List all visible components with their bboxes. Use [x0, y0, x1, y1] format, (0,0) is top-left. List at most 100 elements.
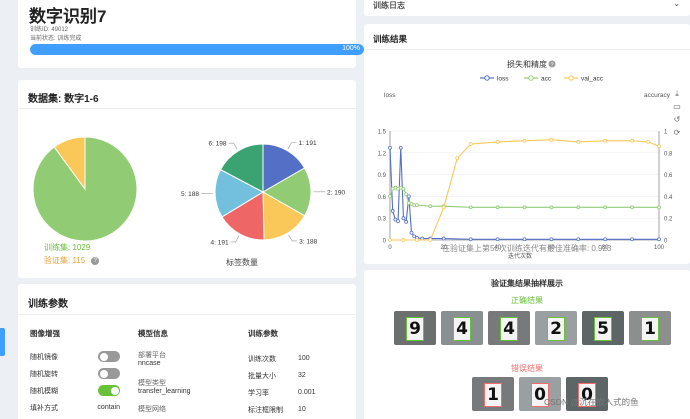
series-loss-point	[406, 194, 411, 199]
sample-image[interactable]: 1	[472, 377, 514, 411]
model-net-label: 模型网络	[138, 406, 166, 413]
param-row: 批量大小 32	[248, 367, 348, 384]
y-left-tick: 0.3	[378, 217, 387, 223]
params-title: 训练参数	[28, 299, 68, 310]
sample-bbox: 1	[484, 383, 502, 407]
series-loss-point	[401, 216, 406, 221]
aug-cut-value: contain	[97, 404, 120, 411]
series-val_acc-point	[388, 238, 392, 242]
train-title: 训练参数	[248, 329, 278, 338]
loss-acc-chart: 损失和精度 ?loss acc val_accloss accuracy00.30.60…	[378, 59, 681, 259]
series-loss-point	[404, 219, 409, 224]
samples-title: 验证集结果抽样展示	[491, 279, 563, 288]
restore-icon[interactable]: ↺	[674, 115, 681, 124]
series-loss-point	[576, 237, 581, 242]
label-slice-text: 4: 191	[211, 239, 229, 246]
chart-title: 损失和精度	[507, 59, 547, 69]
y-right-tick: 0.4	[664, 195, 673, 201]
model-type-label: 模型类型	[138, 380, 166, 387]
param-label: 学习率	[248, 389, 269, 397]
sample-image[interactable]: 4	[441, 311, 483, 345]
series-val_acc-point	[468, 142, 473, 146]
series-loss-point	[468, 237, 473, 242]
sample-image[interactable]: 5	[582, 311, 624, 345]
series-val_acc-point	[455, 156, 460, 161]
results-card: 训练结果 损失和精度? loss acc val_acc loss accuracy 0 0.…	[364, 24, 690, 264]
blur-toggle[interactable]	[98, 385, 120, 396]
split-pie-chart	[32, 136, 138, 242]
progress-bar: 100%	[30, 44, 364, 55]
legend-marker	[568, 75, 574, 81]
series-acc-point	[576, 205, 581, 210]
param-row: 训练次数 100	[248, 350, 348, 367]
y-left-tick: 1.5	[378, 130, 387, 136]
sample-image[interactable]: 4	[488, 311, 530, 345]
series-loss-point	[549, 237, 554, 242]
legend-marker	[484, 75, 490, 81]
aug-label: 随机旋转	[30, 370, 58, 378]
y-right-tick: 1	[664, 130, 668, 136]
sample-image[interactable]: 1	[629, 311, 671, 345]
series-acc-point	[657, 205, 661, 210]
y-left-tick: 0	[383, 239, 387, 245]
dataset-card: 数据集: 数字1-6 训练集: 1029 验证集: 115 ? 1: 191 2:…	[18, 80, 356, 278]
correct-label: 正确结果	[511, 296, 543, 305]
legend-label: acc	[541, 76, 552, 83]
label-leader	[230, 235, 240, 243]
refresh-icon[interactable]: ⟳	[674, 128, 681, 137]
param-label: 标注框限制	[248, 406, 283, 414]
mirror-toggle[interactable]	[98, 351, 120, 362]
param-row: 学习率 0.001	[248, 384, 348, 401]
sample-bbox: 4	[453, 317, 471, 341]
train-count: 训练集: 1029	[44, 243, 91, 252]
series-acc-point	[401, 186, 406, 191]
param-label: 训练次数	[248, 355, 276, 363]
sample-image[interactable]: 9	[394, 311, 436, 345]
download-icon[interactable]: ⤓	[675, 89, 679, 98]
side-tab[interactable]	[0, 328, 5, 356]
series-loss-point	[495, 237, 500, 242]
label-pie-chart: 1: 191 2: 190 3: 188 4: 191 5: 188 6: 198	[181, 140, 346, 246]
series-val_acc-point	[630, 138, 635, 143]
label-pie-caption: 标签数量	[226, 258, 258, 267]
rotate-toggle[interactable]	[98, 368, 120, 379]
series-loss-point	[603, 237, 608, 242]
train-params: 训练次数 100 批量大小 32 学习率 0.001 标注框限制 10	[248, 350, 348, 418]
sample-bbox: 2	[547, 317, 565, 341]
progress-label: 100%	[342, 45, 360, 52]
series-acc-point	[603, 205, 608, 210]
series-acc-point	[404, 192, 409, 197]
y-right-tick: 0	[664, 239, 668, 245]
label-leader	[287, 142, 297, 149]
label-slice-text: 3: 188	[299, 238, 317, 245]
progress-fill: 100%	[30, 44, 364, 55]
y-right-tick: 0.8	[664, 151, 673, 157]
results-title: 训练结果	[373, 34, 408, 44]
series-val_acc-point	[576, 140, 581, 144]
sample-image[interactable]: 2	[535, 311, 577, 345]
aug-label: 随机模糊	[30, 387, 58, 395]
sample-bbox: 1	[641, 317, 659, 341]
model-platform-value: nncase	[138, 360, 161, 367]
label-leader	[228, 142, 238, 150]
crop-icon[interactable]: ▭	[673, 102, 681, 111]
legend-label: loss	[497, 76, 509, 83]
chart-help-glyph: ?	[550, 63, 553, 69]
chevron-down-icon[interactable]: ⌄	[673, 0, 680, 8]
series-val_acc-point	[646, 140, 651, 144]
series-loss-point	[441, 236, 446, 241]
help-icon[interactable]: ?	[91, 256, 100, 265]
series-val_acc-point	[603, 138, 608, 143]
series-val_acc-point	[657, 144, 661, 149]
aug-title: 图像增强	[30, 329, 60, 338]
series-val_acc-point	[495, 140, 500, 144]
param-row: 标注框限制 10	[248, 401, 348, 418]
y-right-axis-name: accuracy	[644, 92, 671, 99]
series-acc-point	[415, 203, 419, 208]
series-acc-point	[549, 205, 554, 210]
model-platform-label: 部署平台	[138, 352, 166, 359]
log-card[interactable]: 训练日志 ⌄	[364, 0, 690, 16]
param-value: 32	[298, 372, 306, 379]
series-acc-point	[522, 205, 527, 210]
aug-list: 随机镜像 随机旋转 随机模糊 填补方式 contain	[30, 348, 120, 416]
